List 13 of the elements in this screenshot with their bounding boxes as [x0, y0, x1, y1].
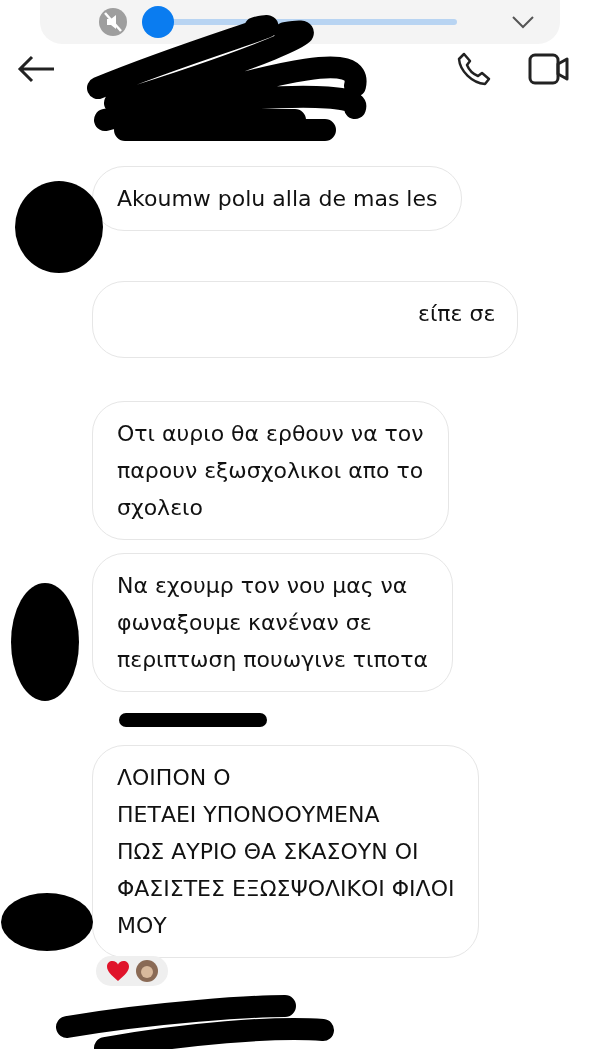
message-text: Να εχουμρ τον νου μας να φωναξουμε κανέναν σε περιπτωση πουωγινε τιποτα [117, 572, 428, 674]
message-text: ΛΟΙΠΟΝ Ο ΠΕΤΑΕΙ ΥΠΟΝΟΟΥΜΕΝΑ ΠΩΣ ΑΥΡΙΟ ΘΑ ΣΚΑΣΟΥΝ ΟΙ ΦΑΣΙΣΤΕΣ ΕΞΩΣΨΟΛΙΚΟΙ ΦΙΛΟΙ ΜΟΥ [117, 764, 455, 940]
slider-thumb[interactable] [142, 6, 174, 38]
message-text: είπε σε [418, 300, 493, 328]
reactions-pill[interactable] [96, 956, 168, 986]
chevron-down-icon[interactable] [511, 15, 535, 29]
video-camera-icon[interactable] [528, 52, 570, 86]
muted-speaker-icon[interactable] [98, 7, 128, 37]
message-text: Akoumw polu alla de mas les [117, 185, 438, 213]
volume-slider[interactable] [142, 6, 457, 38]
back-arrow-icon[interactable] [16, 54, 56, 84]
message-text: Οτι αυριο θα ερθουν να τον παρουν εξωσχολικοι απο το σχολειο [117, 420, 424, 522]
phone-icon[interactable] [456, 51, 492, 87]
